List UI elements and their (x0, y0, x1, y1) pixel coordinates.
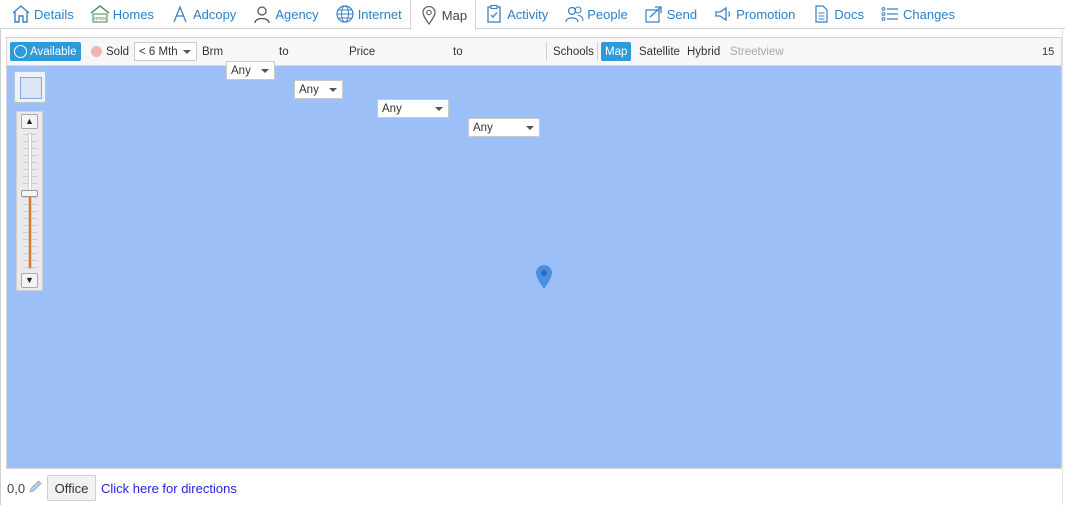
tab-promotion[interactable]: Promotion (705, 0, 803, 28)
box-select-button[interactable] (14, 71, 46, 103)
tab-docs[interactable]: Docs (803, 0, 872, 28)
streetview-button[interactable]: Streetview (730, 42, 784, 61)
zoom-slider[interactable]: ▲ ▼ (16, 111, 43, 291)
tab-activity[interactable]: Activity (476, 0, 556, 28)
toolbar-divider (546, 42, 547, 61)
bedrooms-min-select[interactable]: Any (226, 61, 275, 80)
document-icon (815, 5, 828, 23)
tab-adcopy-label: Adcopy (192, 6, 237, 22)
available-label: Available (30, 45, 77, 58)
map-toolbar: Available Sold < 6 Mth Brm Any to Any Pr… (7, 38, 1061, 137)
megaphone-icon (715, 6, 731, 22)
person-icon (254, 6, 270, 24)
zoom-level-readout: 15 (1042, 45, 1055, 58)
tab-internet-label: Internet (357, 6, 402, 22)
chevron-down-icon: ▼ (25, 275, 34, 285)
tab-homes-label: Homes (112, 6, 154, 22)
chevron-up-icon: ▲ (25, 116, 34, 126)
tab-internet[interactable]: Internet (327, 0, 410, 28)
tab-changes-label: Changes (902, 6, 956, 22)
available-toggle[interactable]: Available (10, 42, 81, 61)
open-badge: OPEN (93, 16, 106, 21)
zoom-slider-handle[interactable] (21, 190, 38, 197)
map-marker-icon[interactable] (534, 264, 554, 290)
price-label: Price (349, 45, 376, 58)
map-type-satellite-button[interactable]: Satellite (639, 42, 680, 61)
bedrooms-to-label: to (279, 45, 289, 58)
tab-people-label: People (587, 6, 628, 22)
coordinates-text: 0,0 (7, 481, 26, 496)
directions-link[interactable]: Click here for directions (101, 481, 237, 496)
home-icon (12, 5, 30, 23)
send-icon (645, 6, 662, 23)
toolbar-divider (597, 42, 598, 61)
tab-details[interactable]: Details (0, 0, 82, 28)
zoom-in-button[interactable]: ▲ (21, 114, 38, 129)
content-border-right (1062, 29, 1063, 505)
tab-details-label: Details (34, 6, 74, 22)
content-border-left (0, 29, 1, 505)
map-pin-icon (422, 5, 436, 25)
tab-send[interactable]: Send (636, 0, 705, 28)
tab-promotion-label: Promotion (736, 6, 796, 22)
sold-toggle[interactable]: Sold (91, 42, 129, 61)
tab-map-label: Map (441, 7, 468, 23)
adcopy-icon (173, 5, 187, 23)
price-to-label: to (453, 45, 463, 58)
radio-icon (14, 45, 27, 58)
tab-changes[interactable]: Changes (872, 0, 963, 28)
tab-map[interactable]: Map (409, 0, 477, 30)
tab-agency-label: Agency (275, 6, 319, 22)
people-icon (565, 6, 584, 23)
tab-people[interactable]: People (556, 0, 635, 28)
bedrooms-label: Brm (202, 45, 224, 58)
office-button[interactable]: Office (47, 475, 96, 501)
tab-docs-label: Docs (834, 6, 864, 22)
globe-icon (336, 5, 354, 23)
zoom-out-button[interactable]: ▼ (21, 273, 38, 288)
tab-agency[interactable]: Agency (244, 0, 326, 28)
tab-activity-label: Activity (507, 6, 549, 22)
map-type-hybrid-button[interactable]: Hybrid (687, 42, 720, 61)
price-max-select[interactable]: Any (468, 118, 540, 137)
clipboard-icon (487, 4, 501, 23)
sold-label: Sold (106, 45, 130, 58)
tab-adcopy[interactable]: Adcopy (162, 0, 244, 28)
price-min-select[interactable]: Any (377, 99, 449, 118)
map-type-map-button[interactable]: Map (601, 42, 632, 61)
map-footer: 0,0 Office Click here for directions (0, 473, 1065, 503)
tab-bar: Details OPEN Homes Adcopy Agency Interne… (0, 0, 1065, 30)
pencil-icon[interactable] (27, 479, 43, 495)
schools-button[interactable]: Schools (553, 42, 594, 61)
open-house-icon: OPEN (90, 5, 110, 23)
zoom-rail (28, 133, 32, 269)
map-panel[interactable]: Available Sold < 6 Mth Brm Any to Any Pr… (6, 37, 1062, 469)
list-icon (881, 7, 898, 21)
tab-homes[interactable]: OPEN Homes (82, 0, 162, 28)
bedrooms-max-select[interactable]: Any (294, 80, 343, 99)
zoom-rail-fill (29, 193, 31, 268)
tab-send-label: Send (666, 6, 698, 22)
period-select[interactable]: < 6 Mth (134, 42, 197, 61)
sold-dot-icon (91, 46, 102, 57)
